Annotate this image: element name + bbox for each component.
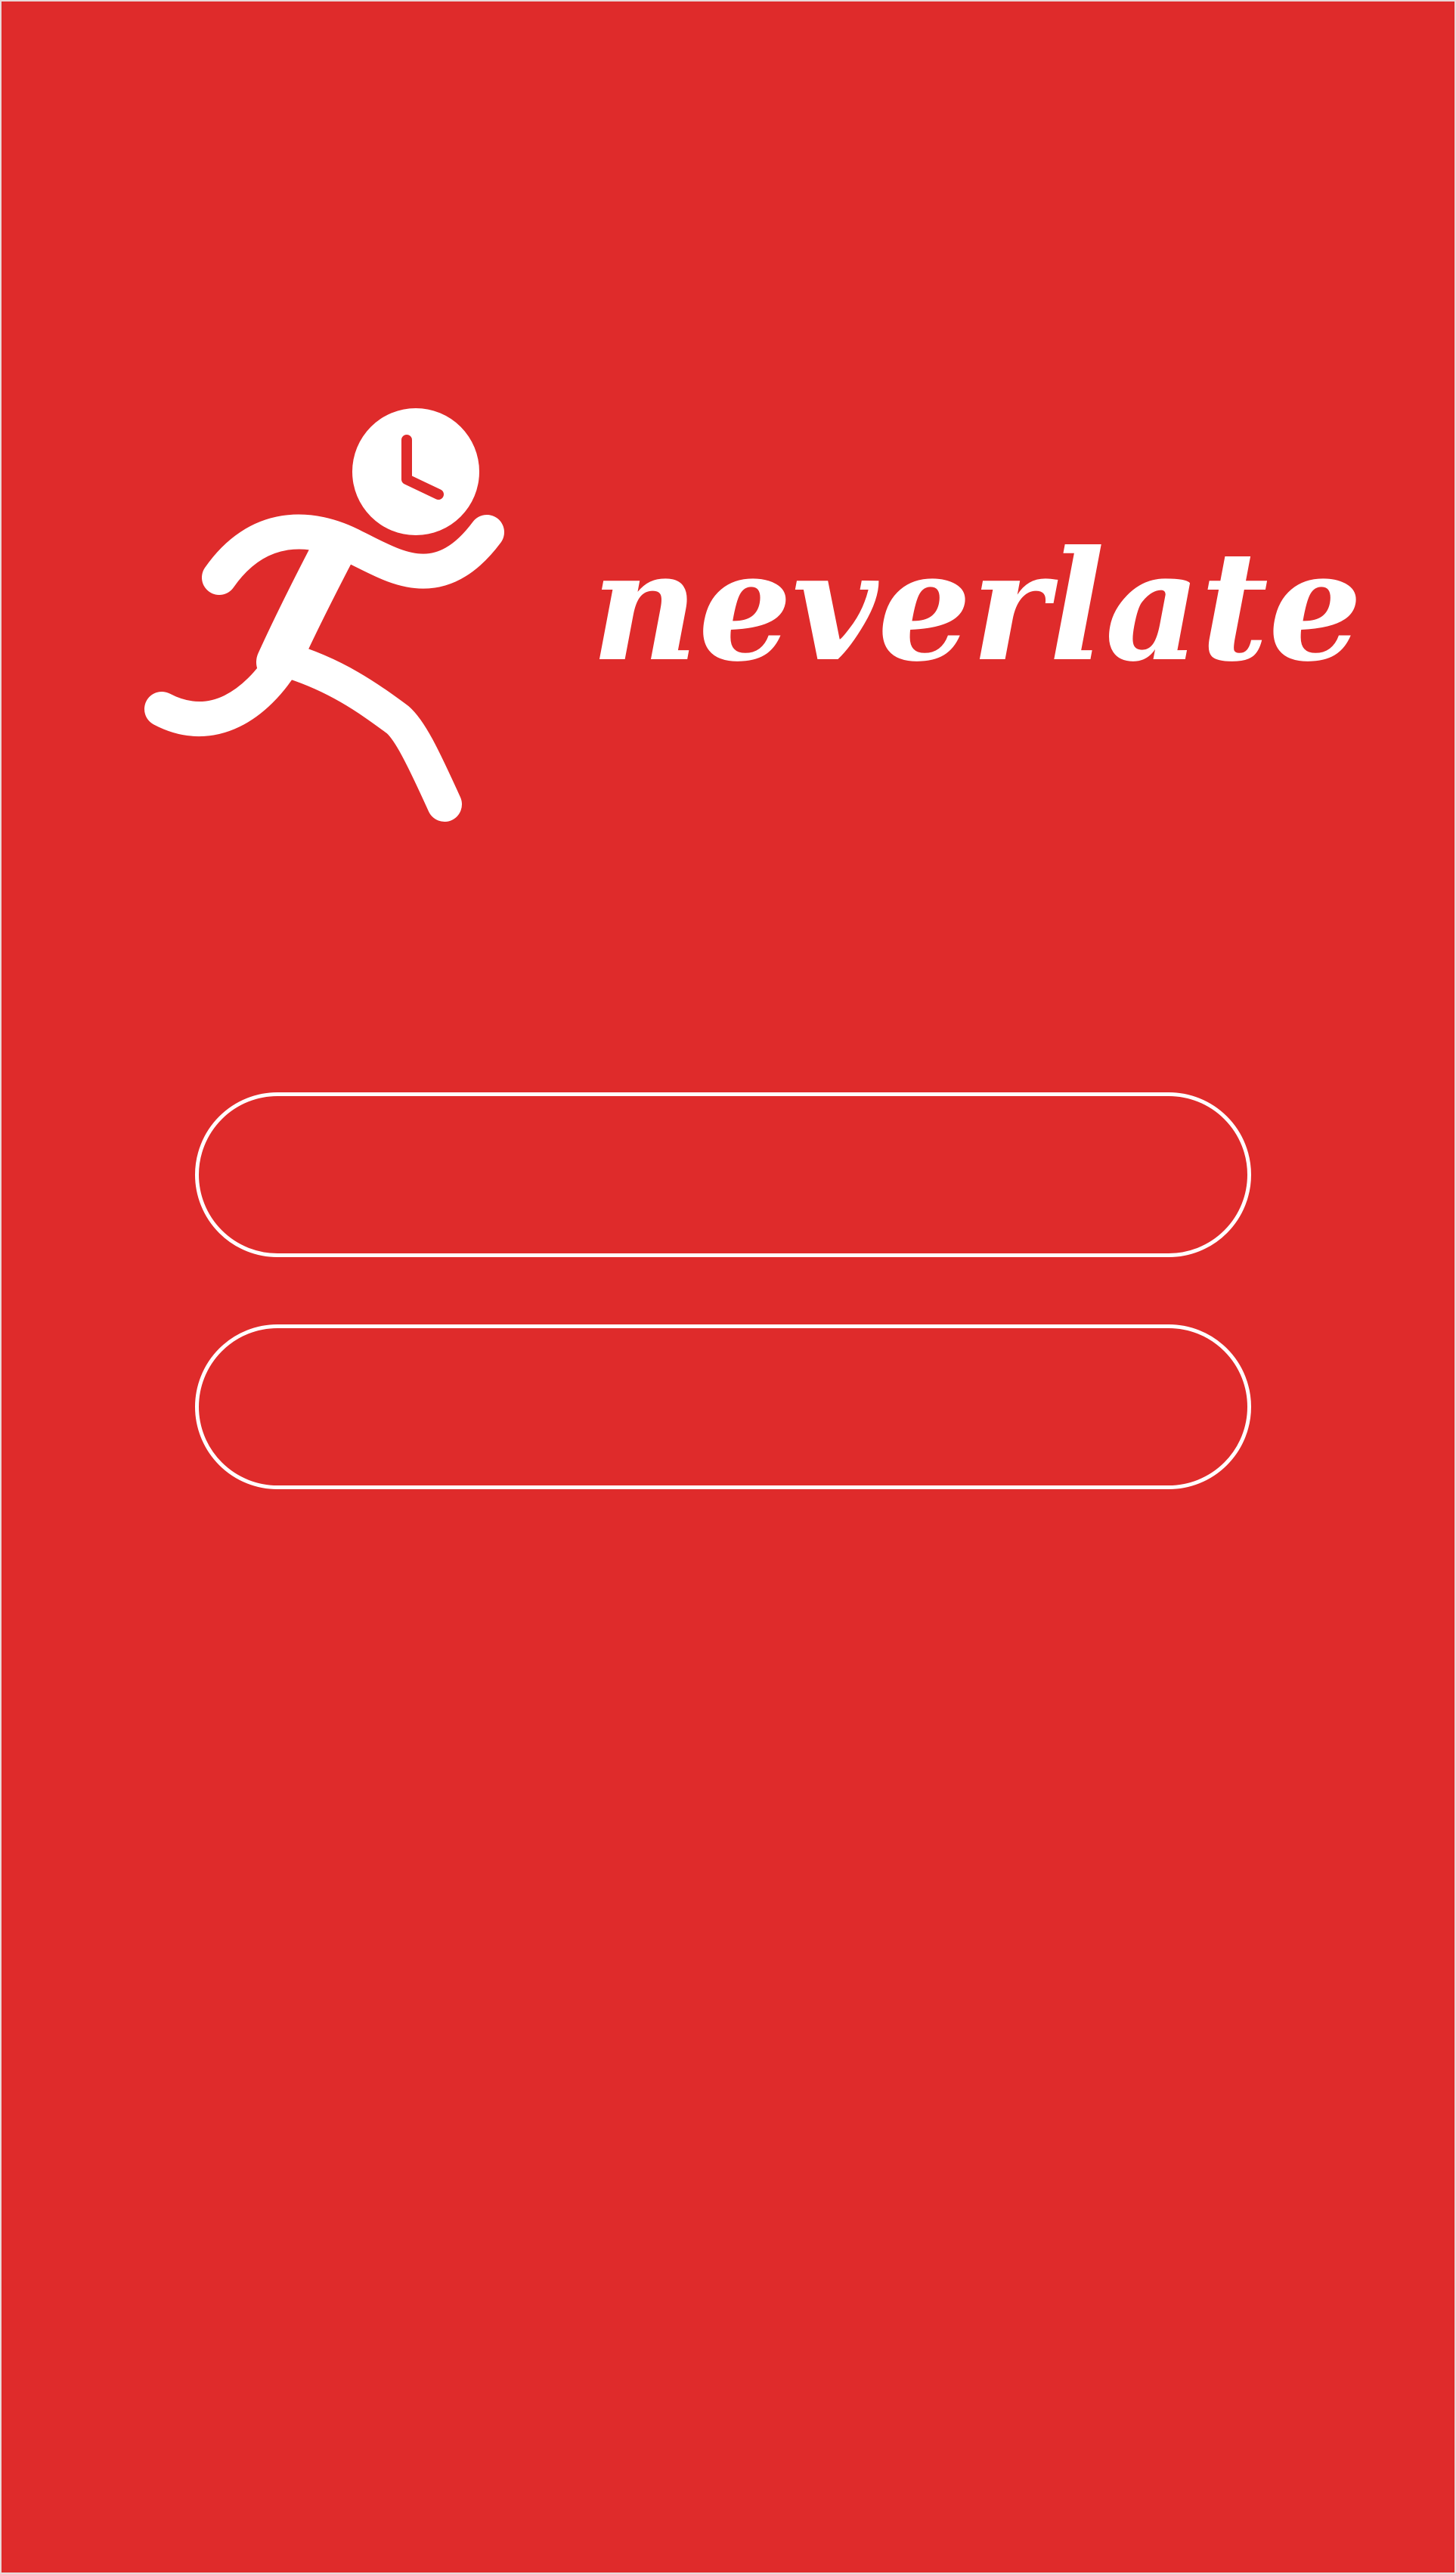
primary-action-button[interactable] <box>195 1092 1251 1257</box>
running-person-clock-icon <box>144 408 504 822</box>
brand-name: neverlate <box>591 518 1362 695</box>
splash-screen: neverlate <box>0 0 1456 2574</box>
secondary-action-button[interactable] <box>195 1324 1251 1489</box>
brand-wordmark: neverlate <box>591 518 1362 695</box>
clock-head-icon <box>352 408 479 535</box>
runner-front-leg-shape <box>267 642 462 822</box>
runner-back-leg-shape <box>144 645 300 737</box>
